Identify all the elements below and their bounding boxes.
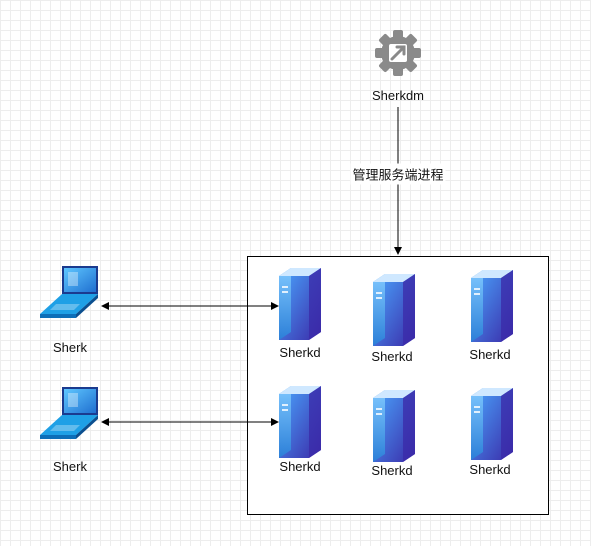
manager-edge-label: 管理服务端进程 [350, 163, 446, 185]
server-icon [373, 390, 415, 462]
gear-icon [375, 30, 421, 76]
laptop-icon [40, 266, 98, 318]
server-icon [279, 268, 321, 340]
manager-label: Sherkdm [371, 88, 425, 103]
server-icon [373, 274, 415, 346]
server-label: Sherkd [469, 347, 511, 362]
server-icon [471, 388, 513, 460]
server-icon [279, 386, 321, 458]
server-label: Sherkd [371, 463, 413, 478]
server-label: Sherkd [279, 459, 321, 474]
server-label: Sherkd [469, 462, 511, 477]
server-label: Sherkd [371, 349, 413, 364]
client-label: Sherk [53, 459, 87, 474]
server-icon [471, 270, 513, 342]
client-label: Sherk [53, 340, 87, 355]
server-label: Sherkd [279, 345, 321, 360]
laptop-icon [40, 387, 98, 439]
